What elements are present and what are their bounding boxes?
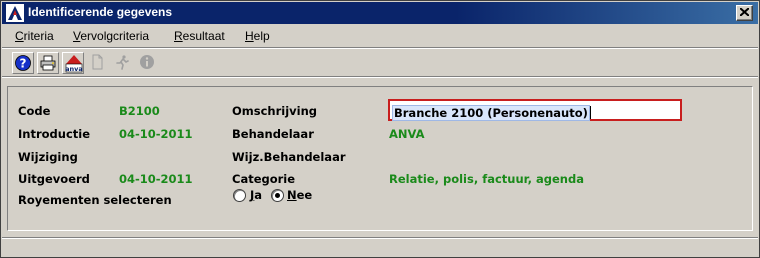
radio-ja-text: a bbox=[254, 188, 263, 202]
radio-selected-dot bbox=[275, 193, 280, 198]
document-button[interactable] bbox=[87, 52, 109, 74]
omschrijving-input[interactable]: Branche 2100 (Personenauto) bbox=[388, 99, 682, 121]
print-icon bbox=[40, 55, 56, 71]
menu-help[interactable]: Help bbox=[245, 29, 270, 43]
help-icon: ? bbox=[15, 55, 31, 71]
uitgevoerd-label: Uitgevoerd bbox=[18, 172, 90, 186]
info-icon bbox=[140, 55, 154, 69]
app-logo-icon bbox=[6, 4, 24, 22]
introductie-label: Introductie bbox=[18, 127, 91, 141]
uitgevoerd-value: 04-10-2011 bbox=[119, 172, 193, 186]
radio-nee-text: ee bbox=[296, 188, 313, 202]
print-button[interactable] bbox=[37, 52, 59, 74]
window: Identificerende gegevens Criteria Vervol… bbox=[0, 0, 760, 258]
categorie-label: Categorie bbox=[232, 172, 296, 186]
menu-criteria[interactable]: Criteria bbox=[15, 29, 54, 43]
menu-help-mnemonic: H bbox=[245, 29, 254, 43]
title-bar[interactable]: Identificerende gegevens bbox=[2, 2, 758, 24]
runner-button[interactable] bbox=[112, 52, 134, 74]
toolbar-separator bbox=[2, 76, 758, 78]
toolbar: ? anva bbox=[2, 50, 758, 74]
radio-nee-mnemonic: N bbox=[287, 188, 297, 202]
royementen-label: Royementen selecteren bbox=[18, 193, 172, 207]
code-label: Code bbox=[18, 104, 51, 118]
svg-text:?: ? bbox=[20, 57, 27, 71]
menu-resultaat-label: esultaat bbox=[182, 29, 225, 43]
menu-help-label: elp bbox=[253, 29, 270, 43]
categorie-value: Relatie, polis, factuur, agenda bbox=[389, 172, 584, 186]
text-caret bbox=[589, 106, 591, 119]
omschrijving-label: Omschrijving bbox=[232, 104, 318, 118]
menu-criteria-mnemonic: C bbox=[15, 29, 24, 43]
anva-logo-icon: anva bbox=[65, 55, 83, 73]
radio-nee[interactable] bbox=[271, 189, 284, 202]
radio-nee-label[interactable]: Nee bbox=[287, 188, 312, 202]
introductie-value: 04-10-2011 bbox=[119, 127, 193, 141]
menu-resultaat[interactable]: Resultaat bbox=[174, 29, 225, 43]
menu-separator bbox=[2, 47, 758, 49]
menu-criteria-label: riteria bbox=[23, 29, 54, 43]
wijz-behandelaar-label: Wijz.Behandelaar bbox=[232, 150, 346, 164]
menu-bar: Criteria Vervolgcriteria Resultaat Help bbox=[2, 25, 758, 47]
omschrijving-value: Branche 2100 (Personenauto) bbox=[392, 105, 590, 121]
menu-vervolgcriteria-label: ervolgcriteria bbox=[80, 29, 150, 43]
radio-ja-label[interactable]: Ja bbox=[250, 188, 262, 202]
menu-vervolgcriteria[interactable]: Vervolgcriteria bbox=[73, 29, 149, 43]
help-button[interactable]: ? bbox=[12, 52, 34, 74]
menu-resultaat-mnemonic: R bbox=[174, 29, 183, 43]
code-value: B2100 bbox=[119, 104, 160, 118]
anva-button[interactable]: anva bbox=[62, 52, 84, 74]
close-button[interactable] bbox=[736, 5, 753, 21]
behandelaar-value: ANVA bbox=[389, 127, 425, 141]
info-button[interactable] bbox=[137, 52, 159, 74]
runner-icon bbox=[116, 55, 129, 70]
document-icon bbox=[92, 54, 103, 70]
behandelaar-label: Behandelaar bbox=[232, 127, 314, 141]
svg-text:anva: anva bbox=[65, 65, 83, 73]
bottom-separator bbox=[2, 237, 758, 239]
wijziging-label: Wijziging bbox=[18, 150, 78, 164]
close-icon bbox=[740, 8, 749, 16]
radio-ja[interactable] bbox=[233, 189, 246, 202]
window-title: Identificerende gegevens bbox=[28, 5, 173, 19]
